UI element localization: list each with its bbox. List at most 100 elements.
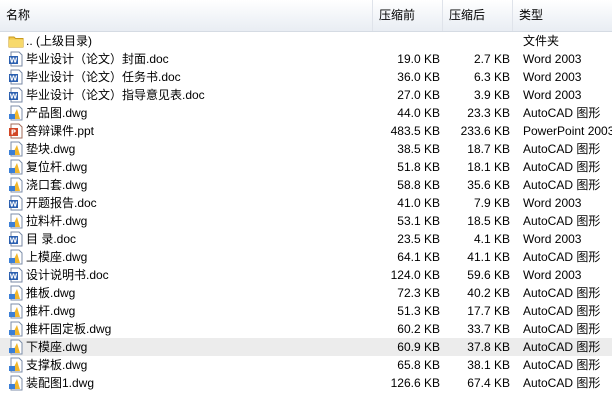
- file-row[interactable]: 浇口套.dwg 58.8 KB 35.6 KB AutoCAD 图形: [0, 176, 612, 194]
- original-size: 64.1 KB: [397, 250, 440, 264]
- file-type: Word 2003: [523, 196, 582, 210]
- file-type: AutoCAD 图形: [523, 142, 601, 156]
- file-row[interactable]: W 毕业设计（论文）指导意见表.doc 27.0 KB 3.9 KB Word 2003: [0, 86, 612, 104]
- file-name: 支撑板.dwg: [26, 358, 88, 372]
- file-type: AutoCAD 图形: [523, 214, 601, 228]
- original-size: 41.0 KB: [397, 196, 440, 210]
- compressed-size: 17.7 KB: [467, 304, 510, 318]
- word-doc-icon: W: [8, 195, 24, 211]
- column-header-bar: 名称 压缩前 压缩后 类型: [0, 0, 612, 32]
- compressed-size: 23.3 KB: [467, 106, 510, 120]
- original-size: 36.0 KB: [397, 70, 440, 84]
- file-name: 推杆.dwg: [26, 304, 76, 318]
- file-row[interactable]: 装配图1.dwg 126.6 KB 67.4 KB AutoCAD 图形: [0, 374, 612, 392]
- file-type: PowerPoint 2003: [523, 124, 612, 138]
- file-name: 下模座.dwg: [26, 340, 88, 354]
- original-size: 483.5 KB: [390, 124, 440, 138]
- file-row[interactable]: .. (上级目录) 文件夹: [0, 32, 612, 50]
- original-size: 60.9 KB: [397, 340, 440, 354]
- file-type: Word 2003: [523, 88, 582, 102]
- file-type: AutoCAD 图形: [523, 178, 601, 192]
- file-type: Word 2003: [523, 52, 582, 66]
- file-row[interactable]: 推杆固定板.dwg 60.2 KB 33.7 KB AutoCAD 图形: [0, 320, 612, 338]
- compressed-size: 67.4 KB: [467, 376, 510, 390]
- column-header-original-size[interactable]: 压缩前: [373, 0, 443, 31]
- svg-text:W: W: [10, 237, 18, 245]
- compressed-size: 3.9 KB: [473, 88, 510, 102]
- word-doc-icon: W: [8, 267, 24, 283]
- file-row[interactable]: P 答辩课件.ppt 483.5 KB 233.6 KB PowerPoint 2003: [0, 122, 612, 140]
- file-type: Word 2003: [523, 70, 582, 84]
- file-row[interactable]: W 目 录.doc 23.5 KB 4.1 KB Word 2003: [0, 230, 612, 248]
- file-type: 文件夹: [523, 34, 560, 48]
- file-list: .. (上级目录) 文件夹 W 毕业设计（论文）封面.doc 19.0 KB 2.7 KB…: [0, 32, 612, 392]
- word-doc-icon: W: [8, 51, 24, 67]
- file-row[interactable]: W 毕业设计（论文）任务书.doc 36.0 KB 6.3 KB Word 2003: [0, 68, 612, 86]
- file-type: AutoCAD 图形: [523, 160, 601, 174]
- original-size: 58.8 KB: [397, 178, 440, 192]
- compressed-size: 18.7 KB: [467, 142, 510, 156]
- column-header-name[interactable]: 名称: [0, 0, 373, 31]
- autocad-dwg-icon: [8, 303, 24, 319]
- file-name: 装配图1.dwg: [26, 376, 95, 390]
- compressed-size: 33.7 KB: [467, 322, 510, 336]
- autocad-dwg-icon: [8, 141, 24, 157]
- column-header-type[interactable]: 类型: [513, 0, 612, 31]
- svg-text:W: W: [10, 93, 18, 101]
- autocad-dwg-icon: [8, 177, 24, 193]
- autocad-dwg-icon: [8, 249, 24, 265]
- word-doc-icon: W: [8, 87, 24, 103]
- svg-text:P: P: [11, 129, 16, 137]
- file-name: 毕业设计（论文）指导意见表.doc: [26, 88, 205, 102]
- file-row[interactable]: 支撑板.dwg 65.8 KB 38.1 KB AutoCAD 图形: [0, 356, 612, 374]
- file-type: AutoCAD 图形: [523, 106, 601, 120]
- original-size: 44.0 KB: [397, 106, 440, 120]
- autocad-dwg-icon: [8, 321, 24, 337]
- svg-text:W: W: [10, 57, 18, 65]
- file-row[interactable]: 复位杆.dwg 51.8 KB 18.1 KB AutoCAD 图形: [0, 158, 612, 176]
- file-name: 复位杆.dwg: [26, 160, 88, 174]
- compressed-size: 40.2 KB: [467, 286, 510, 300]
- file-name: 推板.dwg: [26, 286, 76, 300]
- compressed-size: 233.6 KB: [460, 124, 510, 138]
- file-row[interactable]: 垫块.dwg 38.5 KB 18.7 KB AutoCAD 图形: [0, 140, 612, 158]
- file-row[interactable]: 下模座.dwg 60.9 KB 37.8 KB AutoCAD 图形: [0, 338, 612, 356]
- compressed-size: 7.9 KB: [473, 196, 510, 210]
- original-size: 65.8 KB: [397, 358, 440, 372]
- original-size: 53.1 KB: [397, 214, 440, 228]
- file-row[interactable]: W 开题报告.doc 41.0 KB 7.9 KB Word 2003: [0, 194, 612, 212]
- file-name: 答辩课件.ppt: [26, 124, 95, 138]
- file-name: 开题报告.doc: [26, 196, 97, 210]
- column-header-compressed-size[interactable]: 压缩后: [443, 0, 513, 31]
- compressed-size: 37.8 KB: [467, 340, 510, 354]
- original-size: 51.8 KB: [397, 160, 440, 174]
- original-size: 126.6 KB: [390, 376, 440, 390]
- file-row[interactable]: 产品图.dwg 44.0 KB 23.3 KB AutoCAD 图形: [0, 104, 612, 122]
- file-row[interactable]: 推杆.dwg 51.3 KB 17.7 KB AutoCAD 图形: [0, 302, 612, 320]
- word-doc-icon: W: [8, 231, 24, 247]
- svg-text:W: W: [10, 75, 18, 83]
- compressed-size: 59.6 KB: [467, 268, 510, 282]
- file-row[interactable]: W 设计说明书.doc 124.0 KB 59.6 KB Word 2003: [0, 266, 612, 284]
- file-name: 设计说明书.doc: [26, 268, 109, 282]
- file-row[interactable]: 拉料杆.dwg 53.1 KB 18.5 KB AutoCAD 图形: [0, 212, 612, 230]
- file-row[interactable]: 上模座.dwg 64.1 KB 41.1 KB AutoCAD 图形: [0, 248, 612, 266]
- file-row[interactable]: W 毕业设计（论文）封面.doc 19.0 KB 2.7 KB Word 2003: [0, 50, 612, 68]
- svg-text:W: W: [10, 201, 18, 209]
- autocad-dwg-icon: [8, 339, 24, 355]
- compressed-size: 41.1 KB: [467, 250, 510, 264]
- powerpoint-icon: P: [8, 123, 24, 139]
- file-name: 产品图.dwg: [26, 106, 88, 120]
- autocad-dwg-icon: [8, 213, 24, 229]
- compressed-size: 18.1 KB: [467, 160, 510, 174]
- original-size: 19.0 KB: [397, 52, 440, 66]
- file-type: AutoCAD 图形: [523, 340, 601, 354]
- original-size: 38.5 KB: [397, 142, 440, 156]
- file-name: 毕业设计（论文）封面.doc: [26, 52, 169, 66]
- file-name: .. (上级目录): [26, 34, 92, 48]
- file-name: 目 录.doc: [26, 232, 77, 246]
- file-type: AutoCAD 图形: [523, 358, 601, 372]
- file-row[interactable]: 推板.dwg 72.3 KB 40.2 KB AutoCAD 图形: [0, 284, 612, 302]
- original-size: 72.3 KB: [397, 286, 440, 300]
- file-type: AutoCAD 图形: [523, 322, 601, 336]
